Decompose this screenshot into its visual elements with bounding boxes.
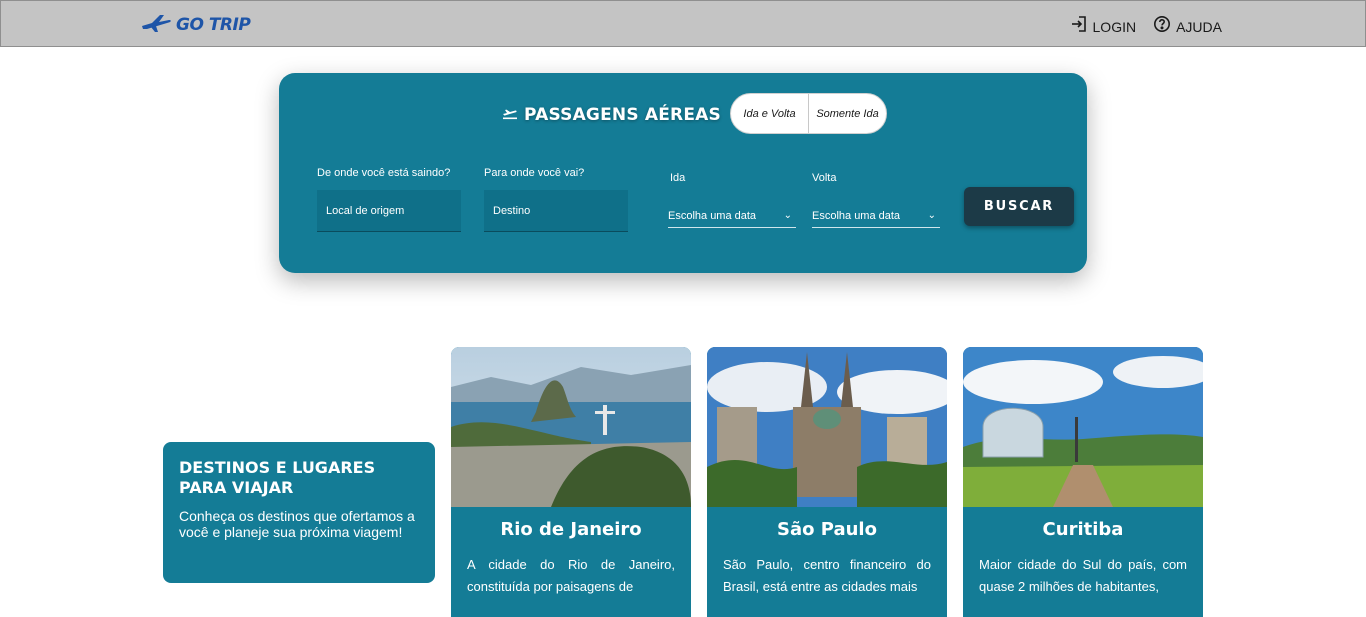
rio-image <box>451 347 691 507</box>
destinations-subtitle: Conheça os destinos que ofertamos a você… <box>179 508 415 540</box>
chevron-down-icon: ⌄ <box>927 210 936 221</box>
destination-input[interactable] <box>484 190 628 232</box>
curitiba-image <box>963 347 1203 507</box>
airplane-icon <box>140 12 172 39</box>
header-nav: LOGIN AJUDA <box>1070 15 1222 38</box>
round-trip-option[interactable]: Ida e Volta <box>731 94 808 133</box>
return-label: Volta <box>812 172 837 184</box>
login-label: LOGIN <box>1092 18 1137 35</box>
logo[interactable]: GO TRIP <box>140 12 251 39</box>
search-button[interactable]: BUSCAR <box>964 187 1074 226</box>
origin-input[interactable] <box>317 190 461 232</box>
departure-date-value: Escolha uma data <box>668 209 757 222</box>
help-link[interactable]: AJUDA <box>1153 15 1222 38</box>
logo-text: GO TRIP <box>176 15 251 35</box>
flight-search-panel: PASSAGENS AÉREAS Ida e Volta Somente Ida… <box>279 73 1087 273</box>
takeoff-icon <box>501 103 519 126</box>
card-title: Curitiba <box>1042 519 1124 540</box>
destinations-intro: DESTINOS E LUGARES PARA VIAJAR Conheça o… <box>163 442 435 583</box>
sao-paulo-image <box>707 347 947 507</box>
card-description: A cidade do Rio de Janeiro, constituída … <box>467 557 675 594</box>
destination-label: Para onde você vai? <box>484 167 585 179</box>
departure-date-select[interactable]: Escolha uma data ⌄ <box>668 204 796 228</box>
panel-title-text: PASSAGENS AÉREAS <box>524 104 721 125</box>
panel-title: PASSAGENS AÉREAS <box>501 103 721 126</box>
destination-card-sao-paulo[interactable]: São Paulo São Paulo, centro financeiro d… <box>707 347 947 617</box>
return-date-value: Escolha uma data <box>812 209 901 222</box>
one-way-option[interactable]: Somente Ida <box>808 94 886 133</box>
departure-label: Ida <box>670 172 686 184</box>
top-navbar: GO TRIP LOGIN AJUDA <box>0 0 1366 47</box>
login-link[interactable]: LOGIN <box>1070 15 1137 38</box>
destinations-title: DESTINOS E LUGARES PARA VIAJAR <box>179 458 376 497</box>
origin-label: De onde você está saindo? <box>317 167 451 179</box>
destination-card-curitiba[interactable]: Curitiba Maior cidade do Sul do país, co… <box>963 347 1203 617</box>
destination-card-rio[interactable]: Rio de Janeiro A cidade do Rio de Janeir… <box>451 347 691 617</box>
help-icon <box>1153 15 1171 38</box>
trip-type-toggle: Ida e Volta Somente Ida <box>730 93 887 134</box>
card-title: São Paulo <box>777 519 877 540</box>
login-icon <box>1070 15 1088 38</box>
card-title: Rio de Janeiro <box>500 519 642 540</box>
card-description: Maior cidade do Sul do país, com quase 2… <box>979 557 1187 594</box>
help-label: AJUDA <box>1176 18 1222 35</box>
chevron-down-icon: ⌄ <box>783 210 792 221</box>
card-description: São Paulo, centro financeiro do Brasil, … <box>723 557 931 594</box>
return-date-select[interactable]: Escolha uma data ⌄ <box>812 204 940 228</box>
